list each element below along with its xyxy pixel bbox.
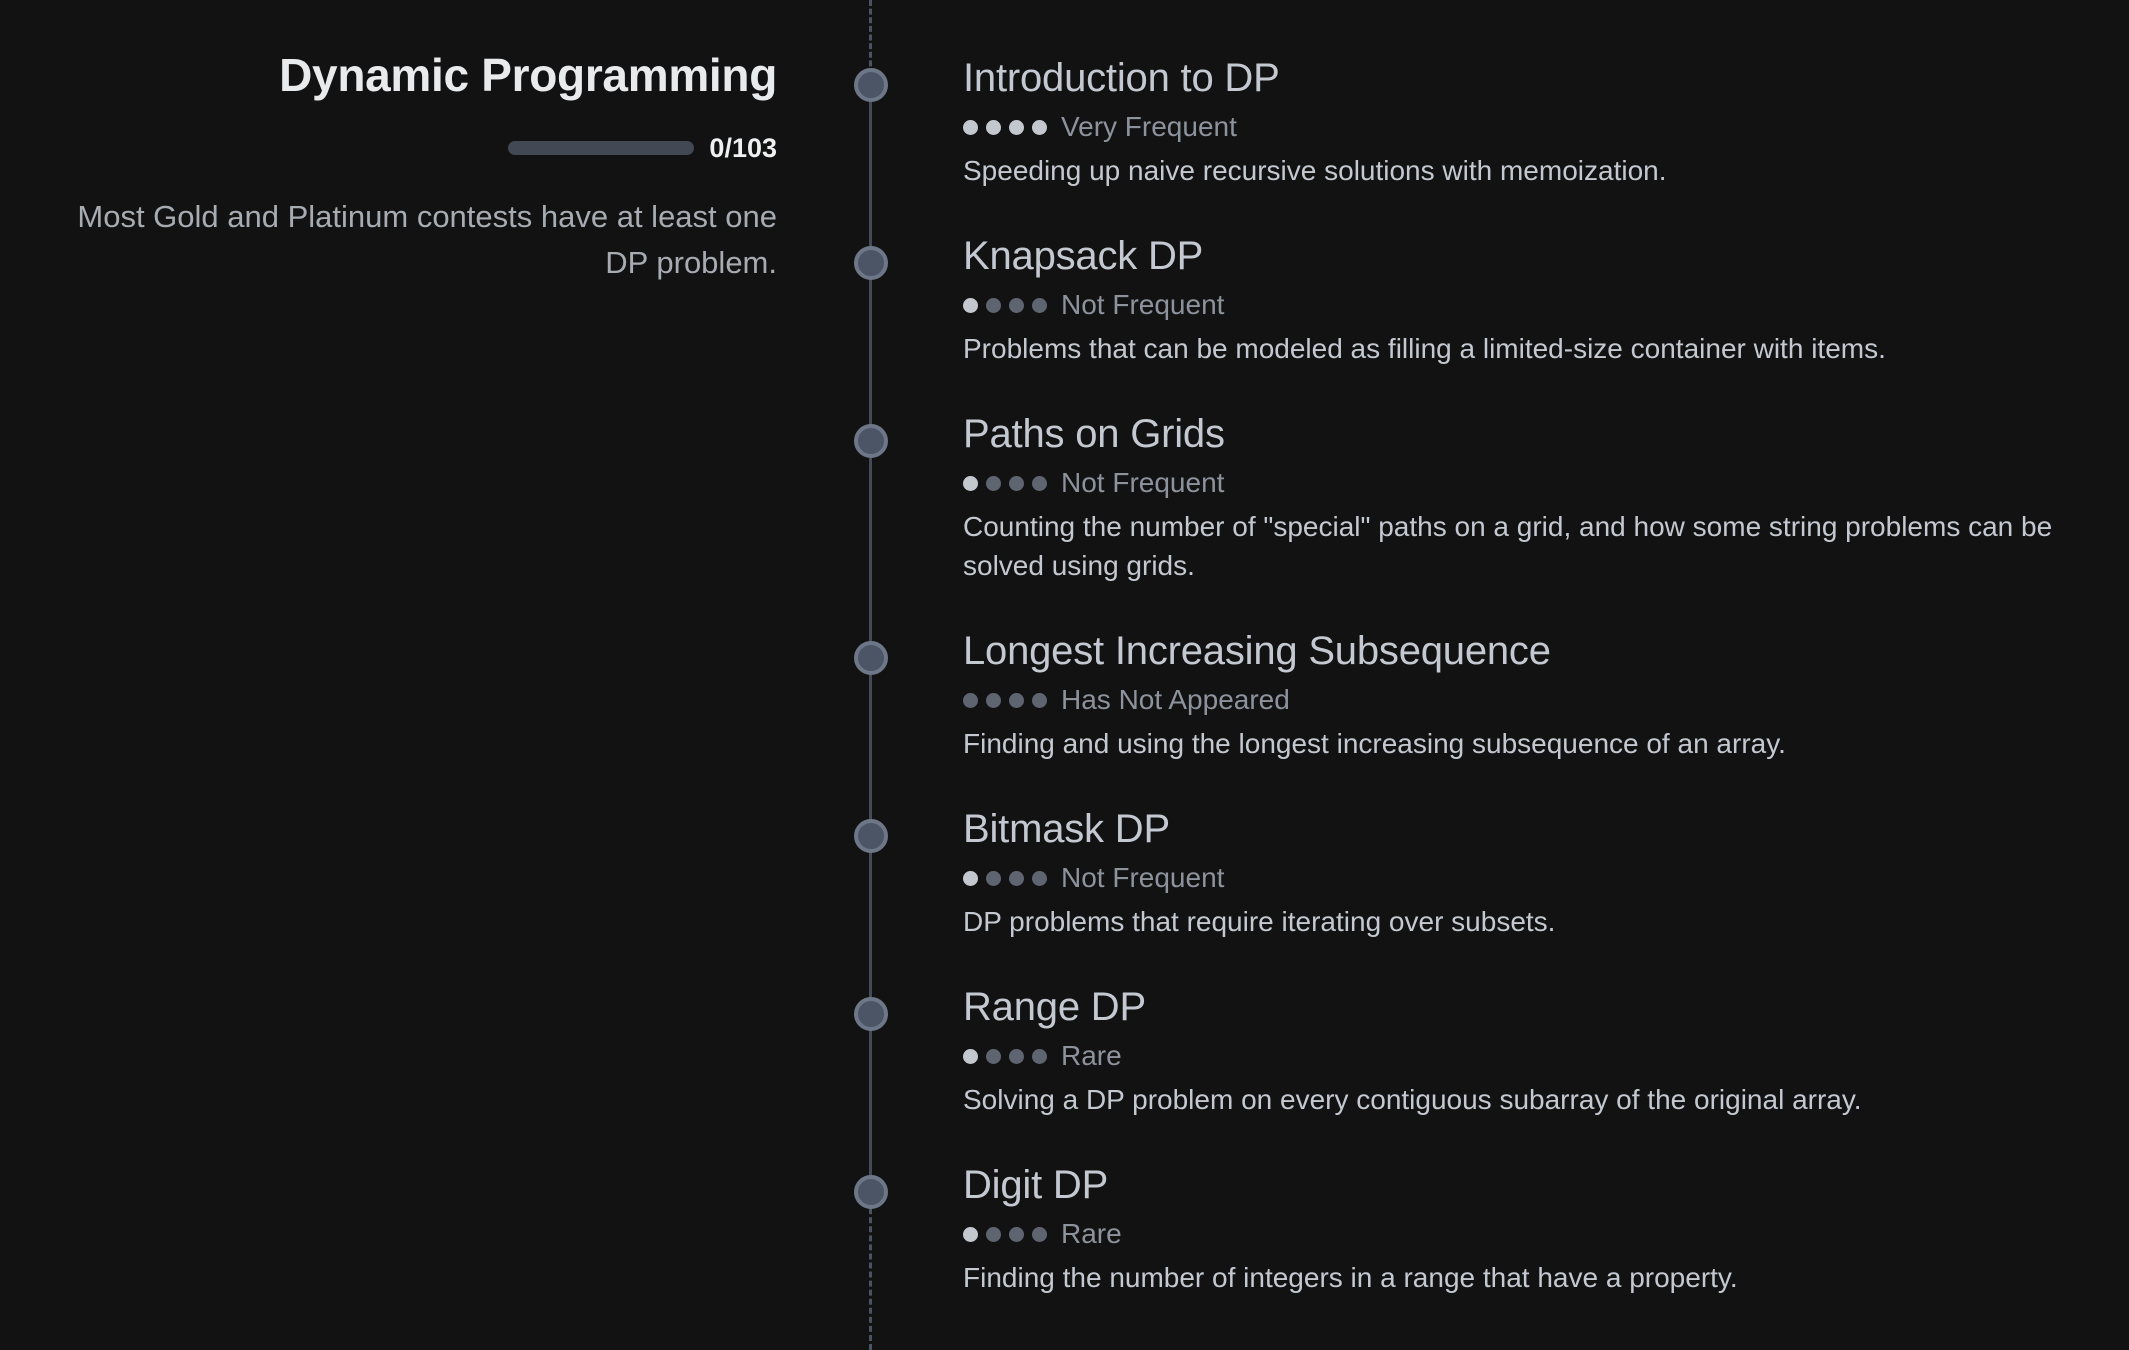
- progress-count: 0/103: [709, 132, 777, 163]
- frequency-dots: [963, 475, 1047, 491]
- timeline-node-icon: [854, 819, 888, 853]
- timeline-node-icon: [854, 641, 888, 675]
- frequency-dot-icon: [1032, 297, 1047, 313]
- frequency-dot-icon: [986, 297, 1001, 313]
- module-title-link[interactable]: Bitmask DP: [963, 801, 2073, 857]
- frequency-dot-icon: [1032, 475, 1047, 491]
- page: Dynamic Programming 0/103 Most Gold and …: [0, 0, 2129, 1350]
- frequency-row: Not Frequent: [963, 858, 2073, 898]
- frequency-label: Rare: [1061, 1040, 1122, 1071]
- module-title-link[interactable]: Digit DP: [963, 1157, 2073, 1213]
- module-title-link[interactable]: Longest Increasing Subsequence: [963, 623, 2073, 679]
- module-item-knapsack-dp[interactable]: Knapsack DP Not Frequent Problems that c…: [854, 228, 2073, 368]
- frequency-label: Not Frequent: [1061, 289, 1225, 320]
- frequency-dot-icon: [1009, 870, 1024, 886]
- frequency-dot-icon: [1009, 475, 1024, 491]
- module-item-paths-on-grids[interactable]: Paths on Grids Not Frequent Counting the…: [854, 406, 2073, 585]
- frequency-row: Not Frequent: [963, 285, 2073, 325]
- frequency-dot-icon: [986, 692, 1001, 708]
- frequency-dot-icon: [963, 1048, 978, 1064]
- frequency-dot-icon: [986, 119, 1001, 135]
- frequency-dot-icon: [1009, 119, 1024, 135]
- frequency-dot-icon: [986, 1048, 1001, 1064]
- frequency-row: Rare: [963, 1214, 2073, 1254]
- frequency-dot-icon: [963, 297, 978, 313]
- frequency-dots: [963, 692, 1047, 708]
- module-item-digit-dp[interactable]: Digit DP Rare Finding the number of inte…: [854, 1157, 2073, 1297]
- module-item-longest-increasing-subsequence[interactable]: Longest Increasing Subsequence Has Not A…: [854, 623, 2073, 763]
- section-title: Dynamic Programming: [279, 49, 777, 101]
- frequency-row: Has Not Appeared: [963, 680, 2073, 720]
- section-description: Most Gold and Platinum contests have at …: [77, 199, 777, 280]
- module-item-bitmask-dp[interactable]: Bitmask DP Not Frequent DP problems that…: [854, 801, 2073, 941]
- module-title-link[interactable]: Range DP: [963, 979, 2073, 1035]
- frequency-dot-icon: [986, 870, 1001, 886]
- timeline-node-icon: [854, 997, 888, 1031]
- frequency-dots: [963, 119, 1047, 135]
- frequency-dot-icon: [963, 870, 978, 886]
- frequency-dots: [963, 1048, 1047, 1064]
- frequency-dot-icon: [963, 692, 978, 708]
- section-panel: Dynamic Programming 0/103 Most Gold and …: [30, 40, 777, 286]
- frequency-label: Rare: [1061, 1218, 1122, 1249]
- frequency-dot-icon: [986, 475, 1001, 491]
- module-description: DP problems that require iterating over …: [963, 906, 1556, 937]
- frequency-dots: [963, 870, 1047, 886]
- module-description: Problems that can be modeled as filling …: [963, 333, 1886, 364]
- module-item-range-dp[interactable]: Range DP Rare Solving a DP problem on ev…: [854, 979, 2073, 1119]
- progress-row: 0/103: [30, 128, 777, 168]
- frequency-dot-icon: [963, 475, 978, 491]
- module-description: Speeding up naive recursive solutions wi…: [963, 155, 1667, 186]
- frequency-dot-icon: [986, 1226, 1001, 1242]
- frequency-dot-icon: [1009, 1226, 1024, 1242]
- frequency-dot-icon: [1032, 1048, 1047, 1064]
- module-item-introduction-to-dp[interactable]: Introduction to DP Very Frequent Speedin…: [854, 50, 2073, 190]
- frequency-dot-icon: [963, 1226, 978, 1242]
- module-title-link[interactable]: Paths on Grids: [963, 406, 2073, 462]
- module-title-link[interactable]: Knapsack DP: [963, 228, 2073, 284]
- timeline-node-icon: [854, 68, 888, 102]
- frequency-label: Not Frequent: [1061, 862, 1225, 893]
- timeline-node-icon: [854, 424, 888, 458]
- progress-bar: [508, 141, 695, 155]
- frequency-row: Very Frequent: [963, 107, 2073, 147]
- module-description: Finding and using the longest increasing…: [963, 728, 1786, 759]
- frequency-dots: [963, 297, 1047, 313]
- frequency-row: Not Frequent: [963, 463, 2073, 503]
- timeline-line-dashed-top: [869, 0, 872, 75]
- frequency-dot-icon: [1032, 1226, 1047, 1242]
- frequency-dots: [963, 1226, 1047, 1242]
- frequency-dot-icon: [1032, 692, 1047, 708]
- module-title-link[interactable]: Introduction to DP: [963, 50, 2073, 106]
- timeline-node-icon: [854, 246, 888, 280]
- module-description: Finding the number of integers in a rang…: [963, 1262, 1738, 1293]
- module-description: Counting the number of "special" paths o…: [963, 511, 2053, 581]
- frequency-label: Has Not Appeared: [1061, 684, 1290, 715]
- frequency-dot-icon: [1009, 297, 1024, 313]
- frequency-label: Very Frequent: [1061, 111, 1237, 142]
- frequency-dot-icon: [963, 119, 978, 135]
- frequency-dot-icon: [1009, 1048, 1024, 1064]
- frequency-dot-icon: [1009, 692, 1024, 708]
- frequency-dot-icon: [1032, 870, 1047, 886]
- module-description: Solving a DP problem on every contiguous…: [963, 1084, 1862, 1115]
- frequency-row: Rare: [963, 1036, 2073, 1076]
- frequency-label: Not Frequent: [1061, 467, 1225, 498]
- frequency-dot-icon: [1032, 119, 1047, 135]
- timeline-node-icon: [854, 1175, 888, 1209]
